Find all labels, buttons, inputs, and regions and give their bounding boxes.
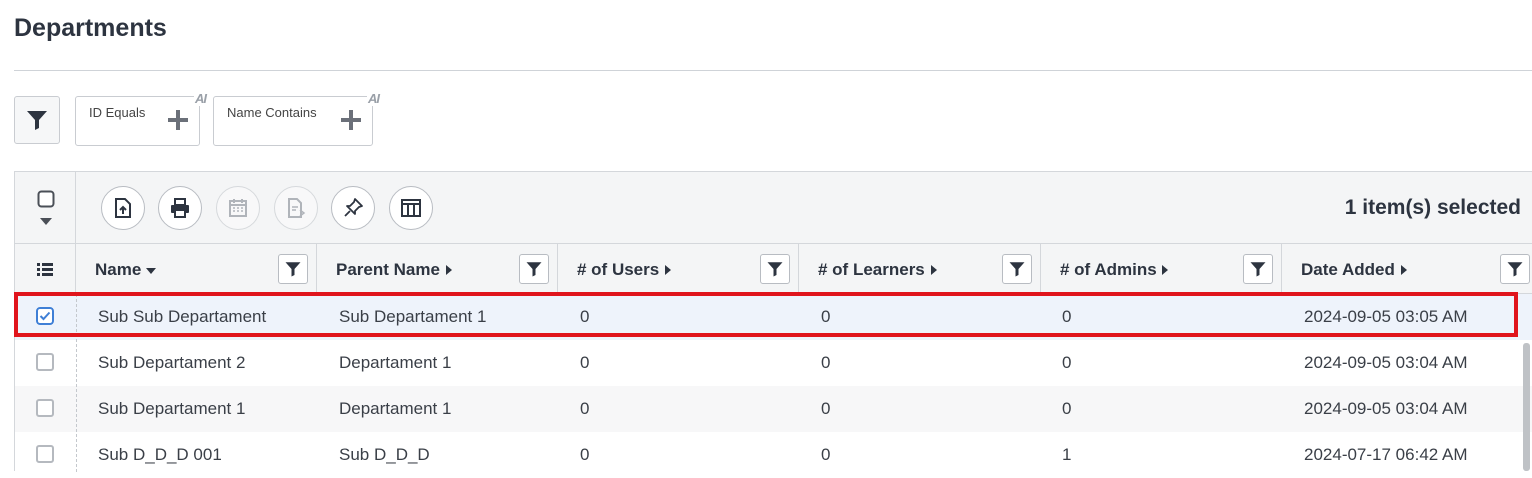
funnel-icon bbox=[27, 111, 47, 130]
cell-date-added: 2024-09-05 03:04 AM bbox=[1304, 399, 1468, 418]
export-icon bbox=[115, 198, 131, 218]
funnel-icon bbox=[1507, 262, 1523, 277]
cell-users: 0 bbox=[580, 445, 590, 464]
filter-chip-label: Name Contains bbox=[227, 105, 317, 120]
sort-caret-icon bbox=[930, 265, 937, 275]
cell-learners: 0 bbox=[821, 399, 831, 418]
cell-admins: 1 bbox=[1062, 445, 1072, 464]
columns-icon bbox=[401, 199, 421, 217]
cell-admins: 0 bbox=[1062, 399, 1072, 418]
print-icon bbox=[171, 198, 189, 218]
cell-users: 0 bbox=[580, 353, 590, 372]
table-row[interactable]: Sub Sub Departament Sub Departament 1 0 … bbox=[15, 294, 1532, 340]
column-filter-button[interactable] bbox=[1500, 254, 1530, 284]
plus-icon bbox=[168, 110, 188, 130]
funnel-icon bbox=[526, 262, 542, 277]
cell-parent-name: Departament 1 bbox=[339, 399, 452, 418]
title-divider bbox=[14, 70, 1532, 71]
cell-parent-name: Sub D_D_D bbox=[339, 445, 430, 464]
row-checkbox[interactable] bbox=[36, 399, 54, 417]
cell-users: 0 bbox=[580, 399, 590, 418]
column-header-learners[interactable]: # of Learners bbox=[799, 244, 1041, 294]
column-header-admins[interactable]: # of Admins bbox=[1041, 244, 1282, 294]
cell-name[interactable]: Sub D_D_D 001 bbox=[98, 432, 222, 478]
row-checkbox[interactable] bbox=[36, 353, 54, 371]
funnel-icon bbox=[767, 262, 783, 277]
filter-chip-label: ID Equals bbox=[89, 105, 146, 120]
filter-chip-id-equals[interactable]: ID Equals AI bbox=[75, 91, 207, 146]
column-filter-button[interactable] bbox=[278, 254, 308, 284]
filter-chip-name-contains[interactable]: Name Contains AI bbox=[213, 91, 380, 146]
funnel-icon bbox=[1250, 262, 1266, 277]
column-label: # of Users bbox=[577, 260, 660, 279]
row-menu-cell bbox=[15, 244, 76, 294]
plus-icon bbox=[341, 110, 361, 130]
cell-date-added: 2024-09-05 03:05 AM bbox=[1304, 307, 1468, 326]
cell-learners: 0 bbox=[821, 307, 831, 326]
cell-name[interactable]: Sub Departament 1 bbox=[98, 386, 245, 432]
column-label: Date Added bbox=[1301, 260, 1395, 279]
cell-admins: 0 bbox=[1062, 307, 1072, 326]
select-all-cell bbox=[15, 172, 76, 244]
column-label: Name bbox=[95, 260, 142, 279]
grid-header-row: Name Parent Name # of Users # of Learner… bbox=[15, 244, 1532, 294]
column-filter-button[interactable] bbox=[1002, 254, 1032, 284]
row-checkbox[interactable] bbox=[36, 307, 54, 325]
departments-grid: 1 item(s) selected Name Parent Name # of… bbox=[14, 171, 1532, 472]
cell-learners: 0 bbox=[821, 353, 831, 372]
funnel-icon bbox=[285, 262, 301, 277]
ai-badge-icon: AI bbox=[194, 91, 207, 106]
ai-badge-icon: AI bbox=[367, 91, 380, 106]
column-label: # of Admins bbox=[1060, 260, 1157, 279]
cell-date-added: 2024-07-17 06:42 AM bbox=[1304, 445, 1468, 464]
report-button[interactable] bbox=[274, 186, 318, 230]
column-filter-button[interactable] bbox=[519, 254, 549, 284]
cell-date-added: 2024-09-05 03:04 AM bbox=[1304, 353, 1468, 372]
export-button[interactable] bbox=[101, 186, 145, 230]
cell-learners: 0 bbox=[821, 445, 831, 464]
table-row[interactable]: Sub Departament 1 Departament 1 0 0 0 20… bbox=[15, 386, 1532, 432]
cell-parent-name: Departament 1 bbox=[339, 353, 452, 372]
column-filter-button[interactable] bbox=[1243, 254, 1273, 284]
pin-icon bbox=[344, 198, 363, 217]
sort-desc-icon bbox=[146, 268, 157, 274]
selection-column-divider bbox=[76, 294, 77, 472]
column-label: # of Learners bbox=[818, 260, 925, 279]
sort-caret-icon bbox=[1162, 265, 1169, 275]
list-icon[interactable] bbox=[37, 262, 53, 276]
select-all-checkbox[interactable] bbox=[37, 190, 55, 208]
table-row[interactable]: Sub Departament 2 Departament 1 0 0 0 20… bbox=[15, 340, 1532, 386]
page-title: Departments bbox=[14, 14, 167, 42]
sort-caret-icon bbox=[1400, 265, 1407, 275]
schedule-button[interactable] bbox=[216, 186, 260, 230]
table-row[interactable]: Sub D_D_D 001 Sub D_D_D 0 0 1 2024-07-17… bbox=[15, 432, 1532, 478]
cell-name[interactable]: Sub Sub Departament bbox=[98, 294, 266, 340]
selected-count: 1 item(s) selected bbox=[1344, 196, 1521, 219]
cell-admins: 0 bbox=[1062, 353, 1072, 372]
column-header-parent-name[interactable]: Parent Name bbox=[317, 244, 558, 294]
pin-button[interactable] bbox=[331, 186, 375, 230]
vertical-scrollbar[interactable] bbox=[1523, 343, 1530, 471]
column-header-date-added[interactable]: Date Added bbox=[1282, 244, 1532, 294]
sort-caret-icon bbox=[664, 265, 671, 275]
row-checkbox[interactable] bbox=[36, 445, 54, 463]
report-icon bbox=[288, 198, 306, 218]
cell-users: 0 bbox=[580, 307, 590, 326]
columns-button[interactable] bbox=[389, 186, 433, 230]
column-filter-button[interactable] bbox=[760, 254, 790, 284]
print-button[interactable] bbox=[158, 186, 202, 230]
cell-name[interactable]: Sub Departament 2 bbox=[98, 340, 245, 386]
funnel-icon bbox=[1009, 262, 1025, 277]
caret-down-icon[interactable] bbox=[39, 216, 53, 226]
grid-toolbar: 1 item(s) selected bbox=[15, 172, 1532, 244]
cell-parent-name: Sub Departament 1 bbox=[339, 307, 487, 326]
filter-toggle-button[interactable] bbox=[14, 96, 60, 144]
column-label: Parent Name bbox=[336, 260, 440, 279]
calendar-icon bbox=[229, 199, 247, 217]
column-header-users[interactable]: # of Users bbox=[558, 244, 799, 294]
sort-caret-icon bbox=[445, 265, 452, 275]
column-header-name[interactable]: Name bbox=[76, 244, 317, 294]
